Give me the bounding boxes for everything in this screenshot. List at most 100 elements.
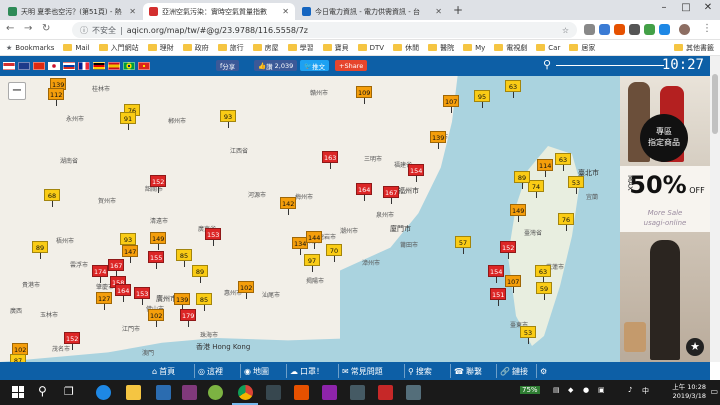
aqi-station-marker[interactable]: 89 xyxy=(514,171,530,183)
nav-home[interactable]: ⌂ 首頁 xyxy=(152,364,175,378)
forward-icon[interactable]: → xyxy=(24,23,32,34)
aqi-station-marker[interactable]: 142 xyxy=(280,197,297,209)
aqi-station-marker[interactable]: 107 xyxy=(505,275,522,287)
aqi-station-marker[interactable]: 63 xyxy=(555,153,571,165)
aqi-station-marker[interactable]: 152 xyxy=(150,175,167,187)
extension-icon[interactable] xyxy=(644,24,655,35)
nav-link[interactable]: 🔗 鏈接 xyxy=(500,364,528,378)
bookmark-folder[interactable]: 政府 xyxy=(182,43,209,53)
aqi-station-marker[interactable]: 68 xyxy=(44,189,60,201)
bookmark-folder[interactable]: 電視劇 xyxy=(494,43,527,53)
language-icon[interactable]: 中 xyxy=(642,386,649,396)
bookmark-folder[interactable]: DTV xyxy=(357,44,384,52)
battery-indicator[interactable]: 75% xyxy=(520,386,540,394)
file-explorer-icon[interactable] xyxy=(126,385,141,400)
new-tab-button[interactable]: + xyxy=(453,3,463,17)
nav-search[interactable]: ⚲ 搜索 xyxy=(408,364,432,378)
nav-mask[interactable]: ☁ 口罩！ xyxy=(290,364,324,378)
aqi-station-marker[interactable]: 63 xyxy=(505,80,521,92)
aqi-station-marker[interactable]: 91 xyxy=(120,112,136,124)
aqi-station-marker[interactable]: 70 xyxy=(326,244,342,256)
aqi-station-marker[interactable]: 163 xyxy=(322,151,339,163)
flag-icon[interactable] xyxy=(48,62,60,70)
search-icon[interactable]: ⚲ xyxy=(543,58,551,71)
app-icon[interactable] xyxy=(208,385,223,400)
chrome-icon[interactable] xyxy=(238,385,253,400)
bookmark-item[interactable]: ★ Bookmarks xyxy=(6,44,54,52)
aqi-station-marker[interactable]: 63 xyxy=(535,265,551,277)
aqi-station-marker[interactable]: 167 xyxy=(383,186,400,198)
bookmark-folder[interactable]: 休閒 xyxy=(393,43,419,53)
aqi-station-marker[interactable]: 147 xyxy=(122,245,139,257)
aqi-station-marker[interactable]: 89 xyxy=(192,265,208,277)
aqi-station-marker[interactable]: 155 xyxy=(148,251,165,263)
extension-icon[interactable] xyxy=(599,24,610,35)
favorite-star-button[interactable]: ★ xyxy=(686,338,704,356)
onenote-icon[interactable] xyxy=(182,385,197,400)
tray-app-icon[interactable]: ◆ xyxy=(568,386,573,394)
aqi-station-marker[interactable]: 167 xyxy=(108,259,125,271)
nav-here[interactable]: ◎ 這裡 xyxy=(198,364,223,378)
start-icon[interactable] xyxy=(12,386,24,398)
aqi-station-marker[interactable]: 76 xyxy=(558,213,574,225)
bookmark-folder[interactable]: 學習 xyxy=(287,43,314,53)
bookmark-folder[interactable]: 房屋 xyxy=(252,43,279,53)
browser-tab-3[interactable]: 今日電力資訊 - 電力供需資訊 - 台 ✕ xyxy=(296,3,448,20)
bookmark-folder[interactable]: 寶貝 xyxy=(322,43,349,53)
bookmark-folder[interactable]: Car xyxy=(536,44,560,52)
tray-app-icon[interactable]: ● xyxy=(583,386,589,394)
aqi-station-marker[interactable]: 154 xyxy=(488,265,505,277)
maximize-button[interactable]: □ xyxy=(676,2,696,13)
facebook-share-button[interactable]: f 分享 xyxy=(216,60,240,71)
back-icon[interactable]: ← xyxy=(6,23,14,34)
aqi-station-marker[interactable]: 85 xyxy=(176,249,192,261)
aqi-station-marker[interactable]: 139 xyxy=(430,131,447,143)
aqi-station-marker[interactable]: 153 xyxy=(205,228,222,240)
tab-close-icon[interactable]: ✕ xyxy=(129,7,136,16)
aqi-station-marker[interactable]: 102 xyxy=(238,281,255,293)
aqi-station-marker[interactable]: 151 xyxy=(490,288,507,300)
bookmark-folder[interactable]: Mail xyxy=(63,44,90,52)
url-text[interactable]: aqicn.org/map/tw/#@g/23.9788/116.5558/7z xyxy=(127,26,308,35)
bookmark-folder[interactable]: 旅行 xyxy=(217,43,244,53)
like-button[interactable]: 👍 讚 2,039 xyxy=(254,60,298,71)
minimize-button[interactable]: – xyxy=(654,2,674,13)
aqi-station-marker[interactable]: 89 xyxy=(32,241,48,253)
network-icon[interactable]: ▤ xyxy=(553,386,560,394)
app-icon[interactable] xyxy=(378,385,393,400)
menu-icon[interactable]: ⋮ xyxy=(702,23,712,34)
aqi-station-marker[interactable]: 114 xyxy=(537,159,554,171)
task-view-icon[interactable]: ❐ xyxy=(64,385,74,398)
search-icon[interactable]: ⚲ xyxy=(38,384,47,398)
aqi-station-marker[interactable]: 74 xyxy=(528,180,544,192)
edge-icon[interactable] xyxy=(96,385,111,400)
aqi-station-marker[interactable]: 149 xyxy=(510,204,527,216)
flag-icon[interactable] xyxy=(108,62,120,70)
aqi-station-marker[interactable]: 174 xyxy=(92,265,109,277)
extension-icon[interactable] xyxy=(629,24,640,35)
page-scrollbar[interactable] xyxy=(710,56,720,362)
aqi-station-marker[interactable]: 152 xyxy=(500,241,517,253)
taskbar-clock[interactable]: 上午 10:28 2019/3/18 xyxy=(672,383,706,401)
info-icon[interactable]: ⓘ xyxy=(80,25,88,36)
aqi-station-marker[interactable]: 139 xyxy=(174,293,191,305)
flag-icon[interactable] xyxy=(33,62,45,70)
bookmark-folder[interactable]: 居家 xyxy=(569,43,595,53)
other-bookmarks[interactable]: 其他書籤 xyxy=(674,43,720,53)
tweet-button[interactable]: 🐦 推文 xyxy=(300,60,330,71)
share-button[interactable]: + Share xyxy=(335,60,368,71)
bookmark-folder[interactable]: 入門網站 xyxy=(98,43,139,53)
site-search-input[interactable] xyxy=(556,65,664,66)
aqi-station-marker[interactable]: 107 xyxy=(443,95,460,107)
address-bar[interactable]: ⓘ 不安全 | aqicn.org/map/tw/#@g/23.9788/116… xyxy=(72,22,577,38)
bookmark-star-icon[interactable]: ☆ xyxy=(562,26,569,35)
tab-close-icon[interactable]: ✕ xyxy=(435,7,442,16)
aqi-station-marker[interactable]: 109 xyxy=(356,86,373,98)
aqi-station-marker[interactable]: 85 xyxy=(196,293,212,305)
nav-faq[interactable]: ✉ 常見問題 xyxy=(342,364,383,378)
scrollbar-thumb[interactable] xyxy=(712,74,718,134)
app-icon[interactable] xyxy=(406,385,421,400)
notification-icon[interactable]: ▭ xyxy=(710,387,718,396)
aqi-station-marker[interactable]: 153 xyxy=(134,287,151,299)
aqi-station-marker[interactable]: 59 xyxy=(536,282,552,294)
